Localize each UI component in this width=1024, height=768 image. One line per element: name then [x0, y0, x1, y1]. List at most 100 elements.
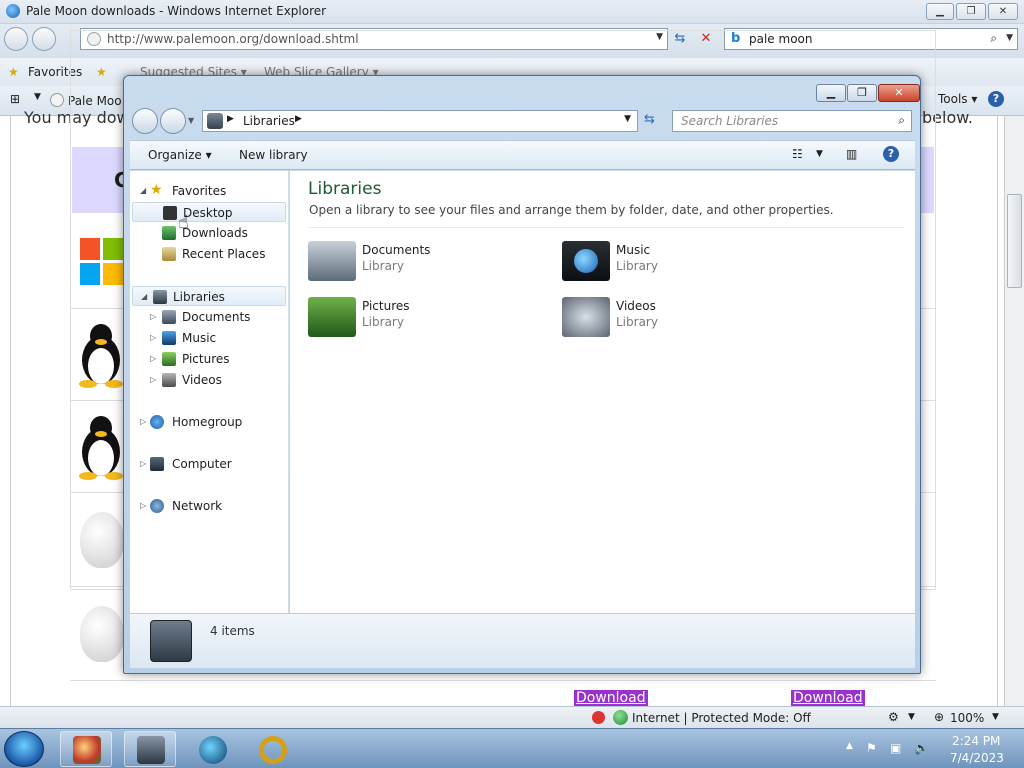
zoom-icon[interactable]: ⊕ [934, 710, 944, 724]
explorer-forward-button[interactable] [160, 108, 186, 134]
tab-list-dropdown-icon[interactable]: ▼ [34, 92, 41, 102]
refresh-icon[interactable]: ⇆ [644, 112, 655, 127]
explorer-close-button[interactable]: ✕ [878, 84, 920, 102]
library-type: Library [616, 259, 658, 273]
divider [308, 227, 904, 228]
taskbar-explorer-button[interactable] [124, 731, 176, 767]
nav-label: Desktop [183, 206, 233, 220]
expand-icon[interactable]: ▷ [150, 354, 156, 363]
nav-music[interactable]: ▷ Music [130, 328, 288, 348]
nav-label: Music [182, 331, 217, 345]
quick-tabs-icon[interactable]: ⊞ [10, 92, 20, 106]
preview-pane-icon[interactable]: ▥ [846, 147, 857, 161]
recent-pages-dropdown-icon[interactable]: ▼ [188, 116, 194, 125]
zoom-dropdown-icon[interactable]: ▼ [992, 712, 999, 722]
help-icon[interactable]: ? [988, 91, 1004, 107]
breadcrumb-chevron-icon[interactable]: ▶ [227, 114, 234, 124]
favorites-star-icon: ★ [150, 182, 163, 198]
show-hidden-icons-icon[interactable]: ▲ [846, 741, 853, 751]
status-dropdown-icon[interactable]: ▼ [908, 712, 915, 722]
organize-button[interactable]: Organize ▾ [148, 148, 212, 162]
ie-restore-button[interactable]: ❐ [956, 3, 986, 20]
downloads-icon [162, 226, 176, 240]
volume-icon[interactable]: 🔈 [914, 741, 929, 755]
expand-icon[interactable]: ▷ [140, 501, 146, 510]
taskbar-media-player-button[interactable] [186, 731, 238, 767]
nav-computer[interactable]: ▷ Computer [130, 454, 288, 474]
nav-desktop[interactable]: Desktop [132, 202, 286, 222]
explorer-search-box[interactable]: Search Libraries ⌕ [672, 110, 912, 132]
favorites-star-icon[interactable]: ★ [8, 65, 19, 79]
taskbar-app-button[interactable] [246, 731, 298, 767]
apple-logo-icon [80, 512, 124, 568]
nav-recent-places[interactable]: Recent Places [130, 244, 288, 264]
nav-label: Documents [182, 310, 251, 324]
download-link[interactable]: Download [791, 690, 865, 706]
zoom-level[interactable]: 100% [950, 711, 984, 725]
network-icon[interactable]: ▣ [890, 741, 901, 755]
tools-menu[interactable]: Tools ▾ [938, 92, 977, 106]
error-icon[interactable] [592, 711, 605, 724]
download-link[interactable]: Download [574, 690, 648, 706]
view-dropdown-icon[interactable]: ▼ [816, 149, 823, 159]
search-dropdown-icon[interactable]: ▼ [1006, 33, 1013, 43]
nav-documents[interactable]: ▷ Documents [130, 307, 288, 327]
ie-back-button[interactable] [4, 27, 28, 51]
explorer-maximize-button[interactable]: ❐ [847, 84, 877, 102]
security-zone-text[interactable]: Internet | Protected Mode: Off [632, 711, 811, 725]
library-music[interactable]: Music Library [562, 241, 802, 289]
library-documents[interactable]: Documents Library [308, 241, 548, 289]
nav-network[interactable]: ▷ Network [130, 496, 288, 516]
library-name: Music [616, 243, 651, 257]
ie-close-button[interactable]: ✕ [988, 3, 1018, 20]
nav-label: Recent Places [182, 247, 266, 261]
breadcrumb-libraries[interactable]: Libraries [243, 114, 295, 128]
action-center-flag-icon[interactable]: ⚑ [866, 741, 877, 755]
explorer-search-input[interactable]: Search Libraries [681, 114, 778, 128]
computer-icon [150, 457, 164, 471]
expand-icon[interactable]: ▷ [150, 333, 156, 342]
collapse-icon[interactable]: ◢ [141, 292, 147, 301]
clock-date[interactable]: 7/4/2023 [950, 751, 1004, 765]
address-history-dropdown-icon[interactable]: ▼ [624, 114, 631, 124]
nav-pictures[interactable]: ▷ Pictures [130, 349, 288, 369]
search-icon[interactable]: ⌕ [990, 31, 997, 46]
collapse-icon[interactable]: ◢ [140, 186, 146, 195]
search-icon[interactable]: ⌕ [898, 113, 905, 128]
page-scrollbar[interactable] [1004, 116, 1024, 706]
ie-forward-button[interactable] [32, 27, 56, 51]
taskbar-ie-button[interactable] [60, 731, 112, 767]
expand-icon[interactable]: ▷ [140, 417, 146, 426]
library-type: Library [616, 315, 658, 329]
explorer-address-bar[interactable]: ▶ Libraries ▶ ▼ [202, 110, 638, 132]
ie-minimize-button[interactable]: ▁ [926, 3, 954, 20]
expand-icon[interactable]: ▷ [150, 375, 156, 384]
explorer-back-button[interactable] [132, 108, 158, 134]
ie-logo-icon [6, 4, 20, 18]
breadcrumb-chevron-icon[interactable]: ▶ [295, 114, 302, 124]
apple-logo-icon [80, 606, 124, 662]
library-pictures[interactable]: Pictures Library [308, 297, 548, 345]
view-options-icon[interactable]: ☷ [792, 147, 803, 161]
homegroup-icon [150, 415, 164, 429]
nav-libraries[interactable]: ◢ Libraries [132, 286, 286, 306]
protected-mode-icon[interactable]: ⚙ [888, 710, 899, 724]
new-library-button[interactable]: New library [239, 148, 308, 162]
network-icon [150, 499, 164, 513]
nav-downloads[interactable]: Downloads [130, 223, 288, 243]
help-icon[interactable]: ? [883, 146, 899, 162]
nav-videos[interactable]: ▷ Videos [130, 370, 288, 390]
explorer-minimize-button[interactable]: ▁ [816, 84, 846, 102]
nav-homegroup[interactable]: ▷ Homegroup [130, 412, 288, 432]
content-title: Libraries [308, 179, 382, 199]
nav-favorites[interactable]: ◢ ★ Favorites [130, 181, 288, 201]
library-videos[interactable]: Videos Library [562, 297, 802, 345]
start-button[interactable] [4, 731, 44, 767]
taskbar: ▲ ⚑ ▣ 🔈 2:24 PM 7/4/2023 [0, 728, 1024, 768]
ie-titlebar: Pale Moon downloads - Windows Internet E… [0, 0, 1024, 24]
expand-icon[interactable]: ▷ [140, 459, 146, 468]
clock-time[interactable]: 2:24 PM [952, 734, 1000, 748]
pale-moon-icon [73, 736, 101, 764]
scrollbar-thumb[interactable] [1007, 194, 1022, 288]
expand-icon[interactable]: ▷ [150, 312, 156, 321]
